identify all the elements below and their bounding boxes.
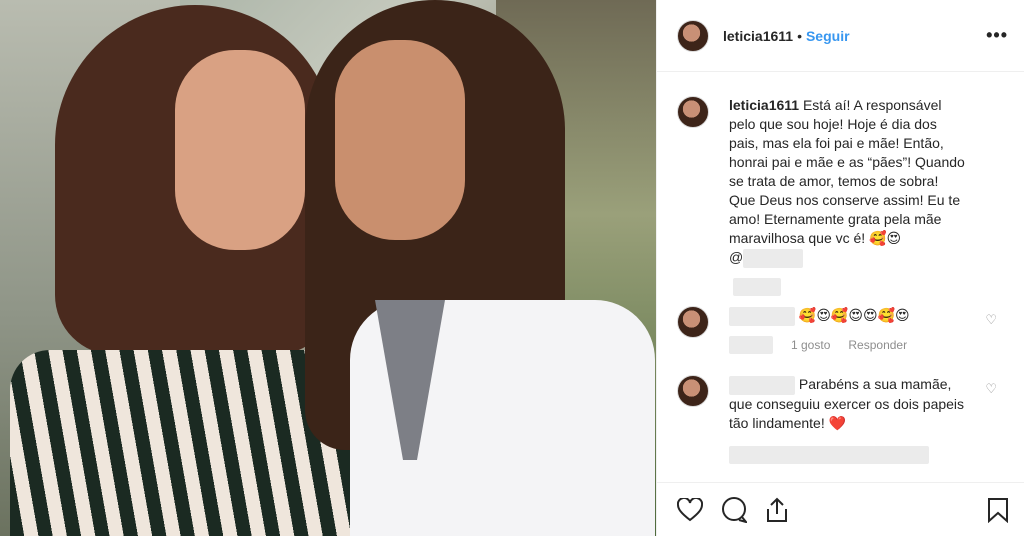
caption-mention-redacted[interactable] bbox=[743, 248, 804, 268]
caption-username[interactable]: leticia1611 bbox=[729, 97, 799, 113]
commenter-username-redacted[interactable] bbox=[729, 306, 795, 326]
comment-like-heart-icon[interactable]: ♡ bbox=[985, 312, 997, 328]
bookmark-icon[interactable] bbox=[987, 497, 1009, 523]
comment-timestamp-redacted bbox=[729, 336, 773, 355]
comment-likes-count[interactable]: 1 gosto bbox=[791, 336, 830, 355]
caption-avatar[interactable] bbox=[677, 96, 709, 128]
reply-button[interactable]: Responder bbox=[848, 336, 907, 355]
caption-text: Está aí! A responsável pelo que sou hoje… bbox=[729, 97, 965, 246]
like-heart-icon[interactable] bbox=[677, 497, 703, 522]
caption-mention-prefix: @ bbox=[729, 249, 744, 265]
post-photo[interactable] bbox=[0, 0, 656, 536]
commenter-avatar[interactable] bbox=[677, 374, 709, 407]
more-options-icon[interactable]: ••• bbox=[986, 25, 1008, 46]
share-icon[interactable] bbox=[765, 497, 789, 523]
comment-bubble-icon[interactable] bbox=[721, 496, 747, 523]
author-avatar[interactable] bbox=[677, 19, 709, 52]
author-username[interactable]: leticia1611 bbox=[723, 28, 793, 44]
header-separator: • bbox=[797, 27, 802, 44]
commenter-username-redacted[interactable] bbox=[729, 375, 795, 395]
caption-timestamp-redacted bbox=[733, 278, 781, 297]
action-bar bbox=[657, 482, 1024, 536]
comment-text: 🥰😍🥰😍😍🥰😍 bbox=[798, 307, 910, 324]
follow-button[interactable]: Seguir bbox=[806, 28, 850, 44]
comment-item: Parabéns a sua mamãe, que conseguiu exer… bbox=[677, 374, 1009, 464]
post-side-panel: leticia1611 • Seguir ••• leticia1611 Est… bbox=[656, 0, 1024, 536]
comment-like-heart-icon[interactable]: ♡ bbox=[985, 381, 997, 397]
commenter-avatar[interactable] bbox=[677, 306, 709, 339]
post-header: leticia1611 • Seguir ••• bbox=[657, 0, 1024, 72]
comments-list[interactable]: leticia1611 Está aí! A responsável pelo … bbox=[657, 72, 1024, 482]
comment-meta-redacted bbox=[729, 445, 929, 464]
caption: leticia1611 Está aí! A responsável pelo … bbox=[677, 96, 1009, 268]
comment-item: 🥰😍🥰😍😍🥰😍 1 gosto Responder ♡ bbox=[677, 306, 1009, 355]
